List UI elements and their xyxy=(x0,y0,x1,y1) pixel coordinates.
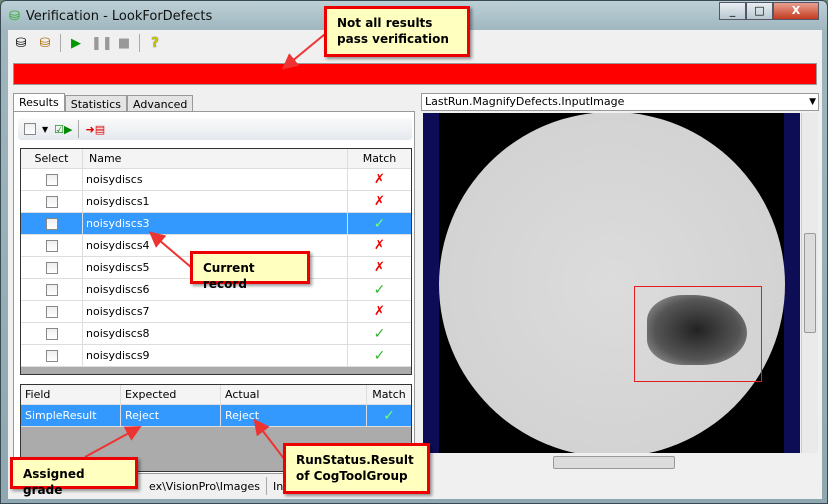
callout-current-record: Current record xyxy=(190,251,310,291)
select-checkbox[interactable] xyxy=(45,173,58,186)
check-icon: ✓ xyxy=(373,281,386,298)
stop-icon[interactable]: ■ xyxy=(115,36,133,51)
x-icon: ✗ xyxy=(374,260,385,275)
check-icon: ✓ xyxy=(373,325,386,342)
column-header-match[interactable]: Match xyxy=(348,152,411,165)
toolbar: ⛁ ⛁ ▶ ❚❚ ■ ? xyxy=(12,33,164,53)
select-checkbox[interactable] xyxy=(45,261,58,274)
title-bar: ⛁ Verification - LookForDefects xyxy=(9,5,212,27)
select-checkbox[interactable] xyxy=(45,195,58,208)
select-checkbox[interactable] xyxy=(45,349,58,362)
record-name: noisydiscs7 xyxy=(83,301,348,322)
callout-status: Not all results pass verification xyxy=(324,6,470,57)
pause-icon[interactable]: ❚❚ xyxy=(91,36,113,51)
x-icon: ✗ xyxy=(374,238,385,253)
select-checkbox[interactable] xyxy=(45,305,58,318)
record-name: noisydiscs1 xyxy=(83,191,348,212)
select-checkbox[interactable] xyxy=(45,239,58,252)
field-name: SimpleResult xyxy=(21,405,121,426)
callout-runstatus: RunStatus.Result of CogToolGroup xyxy=(283,443,430,494)
check-icon: ✓ xyxy=(383,407,395,424)
chevron-down-icon[interactable]: ▼ xyxy=(42,125,48,134)
check-icon: ✓ xyxy=(373,347,386,364)
verification-window: ⛁ Verification - LookForDefects _ □ X ⛁ … xyxy=(0,0,828,504)
table-row[interactable]: noisydiscs3 ✓ xyxy=(21,213,411,235)
results-panel: ▼ ☑▶ ➜▤ Select Name Match noisydiscs ✗ n… xyxy=(13,111,415,474)
tab-results[interactable]: Results xyxy=(13,93,65,113)
help-icon[interactable]: ? xyxy=(146,36,164,51)
edit-database-icon[interactable]: ⛁ xyxy=(36,36,54,51)
minimize-button[interactable]: _ xyxy=(719,2,746,20)
select-all-checkbox[interactable] xyxy=(24,123,36,135)
defect-region-box xyxy=(634,286,762,382)
actual-value: Reject xyxy=(221,405,367,426)
results-toolbar: ▼ ☑▶ ➜▤ xyxy=(18,118,412,140)
image-display[interactable] xyxy=(423,113,800,453)
run-database-icon[interactable]: ⛁ xyxy=(12,36,30,51)
vertical-scrollbar[interactable] xyxy=(801,113,818,453)
chevron-down-icon: ▼ xyxy=(809,97,816,107)
table-row[interactable]: noisydiscs7 ✗ xyxy=(21,301,411,323)
play-icon[interactable]: ▶ xyxy=(67,36,85,51)
x-icon: ✗ xyxy=(374,194,385,209)
table-row[interactable]: noisydiscs1 ✗ xyxy=(21,191,411,213)
table-row[interactable]: noisydiscs8 ✓ xyxy=(21,323,411,345)
table-row[interactable]: noisydiscs9 ✓ xyxy=(21,345,411,367)
window-title: Verification - LookForDefects xyxy=(25,8,213,24)
record-name: noisydiscs3 xyxy=(83,213,348,234)
run-selected-icon[interactable]: ☑▶ xyxy=(54,123,72,136)
image-selector-value: LastRun.MagnifyDefects.InputImage xyxy=(425,95,625,108)
record-name: noisydiscs9 xyxy=(83,345,348,366)
export-icon[interactable]: ➜▤ xyxy=(85,123,105,136)
select-checkbox[interactable] xyxy=(45,283,58,296)
expected-value: Reject xyxy=(121,405,221,426)
verification-status-bar xyxy=(13,63,817,85)
column-header-name[interactable]: Name xyxy=(83,149,348,168)
maximize-button[interactable]: □ xyxy=(746,2,773,20)
record-name: noisydiscs8 xyxy=(83,323,348,344)
record-name: noisydiscs xyxy=(83,169,348,190)
column-header-match[interactable]: Match xyxy=(367,388,411,401)
column-header-actual[interactable]: Actual xyxy=(221,385,367,404)
horizontal-scrollbar[interactable] xyxy=(553,456,675,469)
close-button[interactable]: X xyxy=(773,2,819,20)
column-header-expected[interactable]: Expected xyxy=(121,385,221,404)
verification-app-icon: ⛁ xyxy=(9,8,20,24)
x-icon: ✗ xyxy=(374,172,385,187)
disc-image xyxy=(439,113,785,453)
check-icon: ✓ xyxy=(373,215,386,232)
column-header-field[interactable]: Field xyxy=(21,385,121,404)
column-header-select[interactable]: Select xyxy=(21,149,83,168)
table-row[interactable]: noisydiscs ✗ xyxy=(21,169,411,191)
image-selector-dropdown[interactable]: LastRun.MagnifyDefects.InputImage ▼ xyxy=(421,93,819,111)
callout-assigned-grade: Assigned grade xyxy=(10,457,138,497)
select-checkbox[interactable] xyxy=(45,327,58,340)
select-checkbox[interactable] xyxy=(45,217,58,230)
field-row[interactable]: SimpleResult Reject Reject ✓ xyxy=(21,405,411,427)
x-icon: ✗ xyxy=(374,304,385,319)
status-path: ex\VisionPro\Images xyxy=(149,479,260,493)
